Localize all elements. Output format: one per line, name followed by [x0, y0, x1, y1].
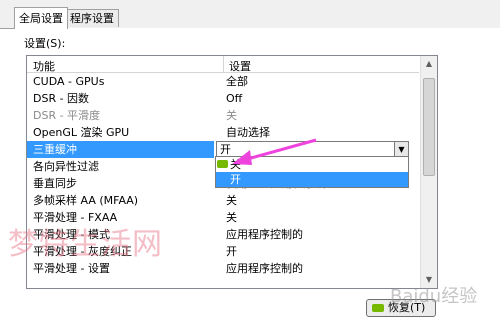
arrow-shaft [243, 138, 317, 162]
row-value: 关 [226, 194, 237, 207]
row-feature: 多帧采样 AA (MFAA) [33, 194, 139, 207]
settings-panel: 设置(S): 功能 设置 CUDA - GPUs 全部 DSR - 因数 Off… [14, 28, 444, 328]
list-row[interactable]: CUDA - GPUs 全部 [27, 73, 419, 90]
list-row[interactable]: OpenGL 渲染 GPU 自动选择 [27, 124, 419, 141]
row-value: Off [226, 92, 243, 105]
header-feature[interactable]: 功能 [33, 58, 55, 74]
option-on[interactable]: 开 [216, 172, 408, 187]
row-feature: DSR - 平滑度 [33, 109, 101, 122]
row-value: 关 [226, 109, 237, 122]
header-divider[interactable] [223, 56, 224, 72]
tab-strip: 全局设置 程序设置 [0, 0, 500, 29]
row-feature: OpenGL 渲染 GPU [33, 126, 130, 139]
list-row[interactable]: DSR - 因数 Off [27, 90, 419, 107]
row-value: 开 [226, 245, 237, 258]
row-value: 应用程序控制的 [226, 262, 303, 275]
tab-program-settings[interactable]: 程序设置 [65, 9, 119, 27]
row-feature: 各向异性过滤 [33, 160, 99, 173]
nvidia-control-panel-window: 全局设置 程序设置 设置(S): 功能 设置 CUDA - GPUs 全部 DS… [0, 0, 500, 330]
scroll-up-icon[interactable]: ▲ [421, 56, 437, 72]
scroll-thumb[interactable] [423, 78, 435, 176]
arrow-head [232, 150, 252, 165]
header-setting[interactable]: 设置 [229, 58, 251, 74]
settings-label: 设置(S): [24, 37, 66, 50]
vertical-scrollbar[interactable]: ▲ ▼ [420, 56, 437, 288]
list-row[interactable]: 多帧采样 AA (MFAA) 关 [27, 192, 419, 209]
row-feature: CUDA - GPUs [33, 75, 105, 88]
row-value: 应用程序控制的 [226, 228, 303, 241]
nvidia-recommended-icon [217, 160, 228, 168]
pink-arrow-annotation [232, 138, 317, 165]
list-header: 功能 设置 [27, 56, 419, 73]
tab-global-settings[interactable]: 全局设置 [14, 7, 68, 29]
row-feature: 垂直同步 [33, 177, 77, 190]
row-value: 关 [226, 211, 237, 224]
list-row[interactable]: DSR - 平滑度 关 [27, 107, 419, 124]
watermark-text: 梦特生活网 [8, 227, 163, 262]
nvidia-icon [372, 304, 384, 312]
row-value: 全部 [226, 75, 248, 88]
baidu-watermark: Baidu经验 [390, 286, 478, 307]
chevron-down-icon[interactable]: ▼ [394, 142, 408, 157]
row-feature: 三重缓冲 [33, 143, 77, 156]
option-label: 开 [230, 173, 241, 186]
row-feature: DSR - 因数 [33, 92, 90, 105]
